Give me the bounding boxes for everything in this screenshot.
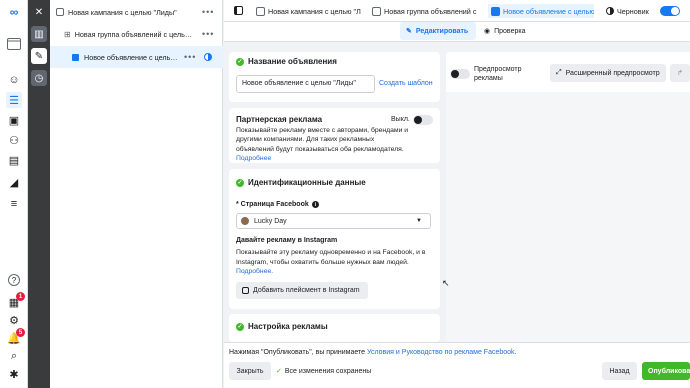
instagram-more-link[interactable]: Подробнее. bbox=[236, 268, 273, 275]
partner-more-link[interactable]: Подробнее bbox=[236, 155, 271, 162]
partner-ads-card: Партнерская реклама Выкл. Показывайте ре… bbox=[229, 108, 440, 163]
draft-status-icon bbox=[606, 7, 614, 15]
instagram-description: Показывайте эту рекламу одновременно и н… bbox=[236, 249, 426, 266]
instagram-heading: Давайте рекламу в Instagram bbox=[236, 237, 338, 244]
page-avatar bbox=[241, 217, 249, 225]
panel-toggle-icon[interactable] bbox=[234, 6, 243, 15]
identity-heading: Идентификационные данные bbox=[248, 178, 366, 187]
bell-badge: 5 bbox=[16, 328, 25, 337]
check-icon: ✓ bbox=[236, 322, 244, 331]
check-icon: ✓ bbox=[236, 57, 244, 66]
publish-notice: Нажимая "Опубликовать", вы принимаете bbox=[229, 349, 368, 356]
ad-more-icon[interactable]: ••• bbox=[184, 52, 196, 62]
ads-manager-table-icon[interactable]: ☰ bbox=[6, 92, 22, 108]
partner-toggle-label: Выкл. bbox=[391, 116, 410, 123]
tree-item-campaign[interactable]: Новая кампания с целью "Лиды" ••• bbox=[50, 1, 223, 23]
briefcase-icon[interactable]: ▤ bbox=[6, 152, 22, 168]
folder-icon bbox=[256, 6, 265, 16]
create-template-link[interactable]: Создать шаблон bbox=[379, 80, 433, 87]
info-icon[interactable]: i bbox=[311, 201, 319, 208]
close-icon[interactable]: ✕ bbox=[31, 4, 47, 20]
window-icon[interactable] bbox=[6, 36, 22, 52]
terms-link[interactable]: Условия и Руководство по рекламе Faceboo… bbox=[367, 349, 515, 356]
left-nav-rail: ∞ ☺ ☰ ▣ ⚇ ▤ ◢ ≡ ? ▦ 1 ⚙ 🔔 5 ⌕ ✱ bbox=[0, 0, 28, 388]
tree-item-ad[interactable]: Новое объявление с целью... ••• bbox=[50, 46, 223, 68]
ad-setup-heading: Настройка рекламы bbox=[248, 322, 328, 331]
pages-icon[interactable]: ▣ bbox=[6, 112, 22, 128]
share-icon[interactable]: ↱ bbox=[670, 64, 690, 82]
facebook-page-label: * Страница Facebook bbox=[236, 201, 309, 208]
grid-icon: ⊞ bbox=[64, 29, 71, 39]
ad-name-card: ✓ Название объявления Новое объявление с… bbox=[229, 52, 440, 102]
check-icon: ✓ bbox=[236, 178, 244, 187]
edit-mode-button[interactable]: ✎ Редактировать bbox=[400, 22, 476, 40]
facebook-page-value: Lucky Day bbox=[254, 217, 287, 225]
advanced-preview-button[interactable]: ⤢ Расширенный предпросмотр bbox=[550, 64, 666, 82]
ad-name-input[interactable]: Новое объявление с целью "Лиды" bbox=[236, 75, 375, 93]
status-toggle[interactable] bbox=[660, 6, 680, 16]
partner-description: Показывайте рекламу вместе с авторами, б… bbox=[236, 127, 409, 153]
facebook-page-select[interactable]: Lucky Day ▼ bbox=[236, 213, 431, 229]
smiley-icon[interactable]: ☺ bbox=[6, 72, 22, 88]
draft-status: Черновик bbox=[617, 7, 649, 16]
crumb-adset[interactable]: Новая группа объявлений с bbox=[372, 4, 484, 18]
tree-item-adset[interactable]: ⊞ Новая группа объявлений с целью... ••• bbox=[50, 23, 223, 45]
ad-square-icon bbox=[491, 6, 500, 16]
instagram-icon bbox=[242, 287, 249, 294]
publish-button[interactable]: Опубликова bbox=[642, 362, 690, 380]
adset-more-icon[interactable]: ••• bbox=[202, 29, 214, 39]
review-mode-button[interactable]: ◉ Проверка bbox=[480, 22, 536, 40]
partner-toggle[interactable] bbox=[413, 115, 433, 125]
chart-icon[interactable]: ▥ bbox=[31, 26, 47, 42]
breadcrumb-bar: Новая кампания с целью "Л Новая группа о… bbox=[224, 0, 690, 22]
audience-icon[interactable]: ⚇ bbox=[6, 132, 22, 148]
megaphone-icon[interactable]: ◢ bbox=[6, 174, 22, 190]
caret-down-icon: ▼ bbox=[416, 218, 422, 224]
bug-report-icon[interactable]: ✱ bbox=[6, 366, 22, 382]
status-half-circle-icon bbox=[204, 53, 212, 61]
campaign-more-icon[interactable]: ••• bbox=[202, 7, 214, 17]
expand-icon: ⤢ bbox=[556, 69, 562, 76]
preview-toggle-label: Предпросмотр рекламы bbox=[474, 66, 522, 82]
partner-heading: Партнерская реклама bbox=[236, 115, 323, 124]
saved-status: Все изменения сохранены bbox=[284, 367, 372, 375]
adset-name: Новая группа объявлений с целью... bbox=[74, 29, 195, 39]
meta-logo-icon[interactable]: ∞ bbox=[6, 4, 22, 20]
preview-panel: Предпросмотр рекламы ⤢ Расширенный предп… bbox=[442, 52, 690, 342]
identity-card: ✓ Идентификационные данные * Страница Fa… bbox=[229, 169, 440, 309]
ad-name-heading: Название объявления bbox=[248, 57, 337, 66]
crumb-ad[interactable]: Новое объявление с целью " bbox=[488, 4, 594, 18]
settings-gear-icon[interactable]: ⚙ bbox=[6, 312, 22, 328]
back-button[interactable]: Назад bbox=[602, 362, 637, 380]
eye-icon: ◉ bbox=[484, 28, 491, 35]
add-instagram-placement-button[interactable]: Добавить плейсмент в Instagram bbox=[236, 282, 368, 299]
mode-bar: ✎ Редактировать ◉ Проверка bbox=[224, 22, 690, 42]
help-icon[interactable]: ? bbox=[8, 274, 20, 286]
notification-badge: 1 bbox=[16, 292, 25, 301]
ad-setup-card: ✓ Настройка рекламы bbox=[229, 314, 440, 342]
ad-square-icon bbox=[72, 53, 79, 61]
close-button[interactable]: Закрыть bbox=[229, 362, 271, 380]
ad-name: Новое объявление с целью... bbox=[84, 52, 180, 62]
saved-check-icon: ✓ bbox=[276, 368, 282, 375]
footer-bar: Нажимая "Опубликовать", вы принимаете Ус… bbox=[224, 342, 690, 388]
grid-icon bbox=[372, 6, 381, 16]
folder-icon bbox=[56, 8, 64, 16]
campaign-name: Новая кампания с целью "Лиды" bbox=[68, 7, 177, 17]
campaign-tree-panel: Новая кампания с целью "Лиды" ••• ⊞ Нова… bbox=[50, 0, 223, 388]
crumb-campaign[interactable]: Новая кампания с целью "Л bbox=[256, 4, 366, 18]
mouse-cursor-icon: ↖ bbox=[442, 278, 450, 288]
pencil-icon: ✎ bbox=[406, 28, 412, 35]
history-clock-icon[interactable]: ◷ bbox=[31, 70, 47, 86]
editor-tool-strip: ✕ ▥ ✎ ◷ bbox=[28, 0, 50, 388]
preview-toggle[interactable] bbox=[450, 69, 470, 79]
search-icon[interactable]: ⌕ bbox=[6, 348, 22, 364]
menu-icon[interactable]: ≡ bbox=[6, 196, 22, 212]
pencil-edit-icon[interactable]: ✎ bbox=[31, 48, 47, 64]
